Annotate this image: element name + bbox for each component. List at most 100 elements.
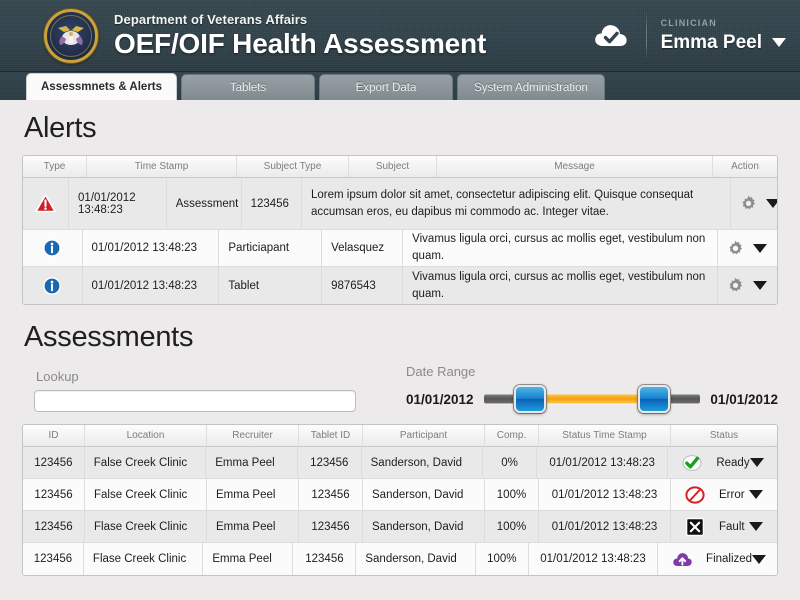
column-header-subject-type[interactable]: Subject Type: [237, 156, 349, 177]
alert-timestamp: 01/01/2012 13:48:23: [69, 178, 167, 229]
column-header-subject[interactable]: Subject: [349, 156, 437, 177]
assessment-status-label: Fault: [719, 520, 745, 533]
lookup-label: Lookup: [36, 369, 79, 384]
column-header-status[interactable]: Status: [671, 425, 777, 446]
table-row[interactable]: 123456 Flase Creek Clinic Emma Peel 1234…: [23, 511, 777, 543]
table-row[interactable]: 123456 False Creek Clinic Emma Peel 1234…: [23, 447, 777, 479]
table-row[interactable]: 123456 False Creek Clinic Emma Peel 1234…: [23, 479, 777, 511]
column-header-comp[interactable]: Comp.: [485, 425, 539, 446]
assessment-tablet-id: 123456: [299, 511, 363, 542]
assessment-participant: Sanderson, David: [362, 447, 484, 478]
assessment-location: Flase Creek Clinic: [85, 511, 207, 542]
column-header-message[interactable]: Message: [437, 156, 713, 177]
column-header-recruiter[interactable]: Recruiter: [207, 425, 299, 446]
assessment-location: False Creek Clinic: [85, 479, 207, 510]
column-header-action[interactable]: Action: [713, 156, 777, 177]
slider-handle-end[interactable]: [638, 385, 671, 413]
column-header-tablet-id[interactable]: Tablet ID: [299, 425, 363, 446]
slider-handle-start[interactable]: [513, 385, 546, 413]
column-header-status-time-stamp[interactable]: Status Time Stamp: [539, 425, 671, 446]
tab-label: Tablets: [229, 81, 267, 94]
table-row[interactable]: 01/01/2012 13:48:23 Tablet 9876543 Vivam…: [23, 267, 777, 304]
alert-action-group: [727, 277, 767, 294]
tab-tablets[interactable]: Tablets: [181, 74, 316, 100]
page-title: OEF/OIF Health Assessment: [114, 28, 487, 59]
column-header-type[interactable]: Type: [23, 156, 87, 177]
column-header-location[interactable]: Location: [85, 425, 207, 446]
assessments-table-header: ID Location Recruiter Tablet ID Particip…: [23, 425, 777, 447]
assessments-table: ID Location Recruiter Tablet ID Particip…: [22, 424, 778, 576]
header-divider: [645, 11, 647, 60]
alert-type-cell: [23, 267, 83, 304]
assessment-status-group: Fault: [671, 517, 777, 537]
alerts-table: Type Time Stamp Subject Type Subject Mes…: [22, 155, 778, 305]
date-range-slider[interactable]: [483, 385, 701, 413]
assessment-status-group: Finalized: [658, 549, 777, 569]
warning-triangle-icon: [35, 194, 56, 213]
assessment-status-group: Error: [671, 485, 777, 505]
assessment-status-label: Ready: [716, 456, 750, 469]
main-tabbar: Assessmnets & Alerts Tablets Export Data…: [0, 72, 800, 100]
column-header-time-stamp[interactable]: Time Stamp: [87, 156, 237, 177]
tab-label: Assessmnets & Alerts: [41, 81, 163, 93]
chevron-down-icon[interactable]: [766, 199, 777, 208]
chevron-down-icon[interactable]: [749, 490, 763, 499]
user-menu[interactable]: CLINICIAN Emma Peel: [661, 19, 786, 52]
no-entry-icon: [685, 485, 705, 504]
gear-icon[interactable]: [727, 277, 744, 294]
chevron-down-icon[interactable]: [752, 243, 767, 253]
assessments-section-title: Assessments: [24, 321, 194, 353]
department-name: Department of Veterans Affairs: [114, 12, 308, 27]
assessment-id: 123456: [23, 447, 85, 478]
chevron-down-icon[interactable]: [749, 522, 763, 531]
slider-selected-range: [527, 394, 657, 404]
column-header-participant[interactable]: Participant: [363, 425, 485, 446]
info-circle-icon: [43, 239, 62, 257]
assessment-id: 123456: [23, 511, 85, 542]
alert-timestamp: 01/01/2012 13:48:23: [83, 267, 220, 304]
lookup-group: Lookup: [34, 369, 374, 412]
chevron-down-icon[interactable]: [752, 281, 767, 290]
check-circle-icon: [682, 454, 702, 471]
chevron-down-icon[interactable]: [749, 458, 764, 467]
gear-icon[interactable]: [740, 195, 757, 212]
search-input[interactable]: [34, 390, 356, 412]
tab-assessments-alerts[interactable]: Assessmnets & Alerts: [26, 73, 178, 100]
assessment-tablet-id: 123456: [293, 543, 357, 575]
header-right-group: CLINICIAN Emma Peel: [588, 0, 786, 71]
tab-export-data[interactable]: Export Data: [319, 74, 454, 100]
gear-icon[interactable]: [727, 240, 744, 257]
eagle-emblem-icon: [58, 26, 84, 46]
assessment-recruiter: Emma Peel: [203, 543, 294, 575]
date-range-label: Date Range: [406, 364, 476, 379]
table-row[interactable]: 01/01/2012 13:48:23 Particiapant Velasqu…: [23, 230, 777, 267]
chevron-down-icon[interactable]: [752, 554, 767, 564]
assessment-status-label: Error: [719, 488, 745, 501]
assessment-status-timestamp: 01/01/2012 13:48:23: [539, 479, 671, 510]
tab-system-administration[interactable]: System Administration: [457, 74, 606, 100]
assessment-status-timestamp: 01/01/2012 13:48:23: [537, 447, 669, 478]
assessment-status-timestamp: 01/01/2012 13:48:23: [529, 543, 659, 575]
alert-type-cell: [23, 178, 70, 229]
date-range-end-value: 01/01/2012: [710, 391, 778, 407]
main-content: Alerts Type Time Stamp Subject Type Subj…: [0, 112, 800, 576]
assessment-recruiter: Emma Peel: [207, 511, 299, 542]
user-role-label: CLINICIAN: [660, 18, 717, 28]
assessments-controls: Lookup Date Range 01/01/2012 01/01/2012: [22, 358, 778, 413]
alert-subject-type: Particiapant: [219, 230, 323, 266]
alert-action-group: [740, 195, 777, 212]
cloud-upload-icon: [673, 553, 692, 566]
alert-message: Lorem ipsum dolor sit amet, consectetur …: [311, 188, 694, 218]
table-row[interactable]: 123456 Flase Creek Clinic Emma Peel 1234…: [23, 543, 777, 575]
column-header-id[interactable]: ID: [23, 425, 85, 446]
x-square-icon: [685, 517, 705, 536]
chevron-down-icon[interactable]: [772, 38, 786, 47]
date-range-start-value: 01/01/2012: [406, 391, 474, 407]
cloud-check-icon[interactable]: [588, 19, 634, 53]
alerts-table-header: Type Time Stamp Subject Type Subject Mes…: [23, 156, 777, 178]
user-name-label: Emma Peel: [660, 32, 762, 53]
alert-subject: Velasquez: [322, 230, 404, 266]
tab-label: System Administration: [474, 81, 588, 94]
alert-message: Vivamus ligula orci, cursus ac mollis eg…: [412, 233, 706, 262]
table-row[interactable]: 01/01/2012 13:48:23 Assessment 123456 Lo…: [23, 178, 777, 230]
